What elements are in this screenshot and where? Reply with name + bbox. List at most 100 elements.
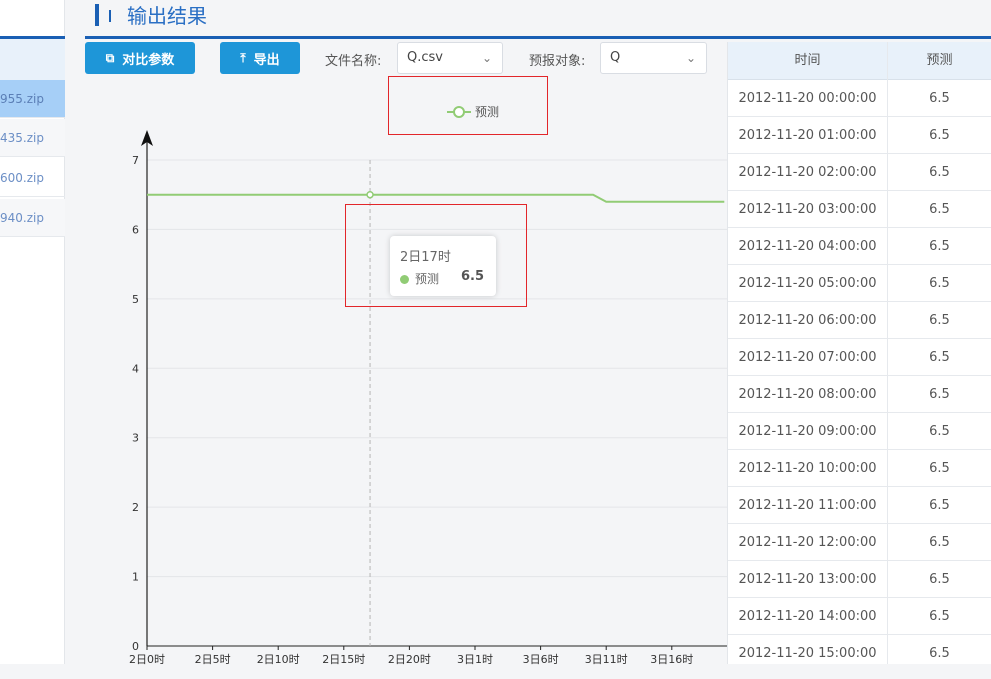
series-line: [147, 193, 725, 203]
column-header-forecast[interactable]: 预测: [887, 42, 991, 80]
y-tick-label: 0: [132, 640, 139, 653]
forecast-cell: 6.5: [929, 535, 950, 550]
forecast-cell: 6.5: [929, 91, 950, 106]
file-item-label: 600.zip: [0, 171, 44, 185]
time-cell: 2012-11-20 05:00:00: [738, 276, 877, 291]
x-tick-label: 2日20时: [388, 653, 431, 666]
x-tick-label: 3日16时: [650, 653, 693, 666]
title-underline: [85, 36, 991, 39]
table-row[interactable]: 2012-11-20 09:00:00 6.5: [728, 413, 991, 450]
file-item[interactable]: 940.zip: [0, 199, 65, 237]
table-row[interactable]: 2012-11-20 04:00:00 6.5: [728, 228, 991, 265]
table-row[interactable]: 2012-11-20 13:00:00 6.5: [728, 561, 991, 598]
forecast-cell: 6.5: [929, 128, 950, 143]
legend-line-marker-icon: [447, 105, 471, 118]
chart-legend[interactable]: 预测: [447, 103, 499, 120]
file-name-label: 文件名称:: [325, 54, 382, 69]
x-tick-label: 3日6时: [523, 653, 559, 666]
x-tick-label: 2日15时: [322, 653, 365, 666]
time-cell: 2012-11-20 04:00:00: [738, 239, 877, 254]
time-cell: 2012-11-20 07:00:00: [738, 350, 877, 365]
y-tick-label: 1: [132, 571, 139, 584]
column-divider: [887, 42, 888, 664]
target-value: Q: [610, 50, 621, 65]
file-name-select[interactable]: Q.csv ⌄: [397, 42, 503, 74]
forecast-cell: 6.5: [929, 165, 950, 180]
chevron-down-icon: ⌄: [685, 51, 696, 65]
file-item[interactable]: 955.zip: [0, 80, 65, 118]
table-row[interactable]: 2012-11-20 02:00:00 6.5: [728, 154, 991, 191]
legend-highlight-box: 预测: [388, 76, 548, 135]
title-accent-mark: [95, 4, 99, 26]
chevron-down-icon: ⌄: [481, 51, 492, 65]
legend-label: 预测: [475, 105, 500, 119]
file-list-panel: 955.zip 435.zip 600.zip 940.zip: [0, 0, 65, 664]
column-header-time[interactable]: 时间: [728, 42, 887, 80]
compare-icon: ⧉: [105, 50, 115, 65]
compare-params-button[interactable]: ⧉ 对比参数: [85, 42, 195, 74]
x-tick-label: 2日10时: [257, 653, 300, 666]
table-row[interactable]: 2012-11-20 10:00:00 6.5: [728, 450, 991, 487]
forecast-cell: 6.5: [929, 498, 950, 513]
time-cell: 2012-11-20 08:00:00: [738, 387, 877, 402]
time-cell: 2012-11-20 10:00:00: [738, 461, 877, 476]
x-tick-label: 3日1时: [457, 653, 493, 666]
y-tick-label: 2: [132, 501, 139, 514]
table-header: 时间 预测: [728, 42, 991, 80]
table-row[interactable]: 2012-11-20 11:00:00 6.5: [728, 487, 991, 524]
table-row[interactable]: 2012-11-20 06:00:00 6.5: [728, 302, 991, 339]
section-title-bar: 输出结果: [95, 2, 991, 36]
section-title: 输出结果: [127, 4, 207, 28]
file-item-label: 955.zip: [0, 92, 44, 106]
y-tick-label: 4: [132, 362, 139, 375]
forecast-table: 时间 预测 2012-11-20 00:00:00 6.5 2012-11-20 0…: [727, 42, 991, 664]
forecast-cell: 6.5: [929, 609, 950, 624]
file-list-header: [0, 39, 65, 80]
file-item-label: 435.zip: [0, 131, 44, 145]
file-name-value: Q.csv: [407, 50, 443, 65]
time-cell: 2012-11-20 12:00:00: [738, 535, 877, 550]
target-select[interactable]: Q ⌄: [600, 42, 707, 74]
target-label: 预报对象:: [529, 54, 586, 69]
forecast-cell: 6.5: [929, 646, 950, 661]
forecast-cell: 6.5: [929, 202, 950, 217]
x-tick-label: 3日11时: [585, 653, 628, 666]
tooltip-title: 2日17时: [400, 250, 451, 265]
y-tick-label: 3: [132, 432, 139, 445]
tooltip-row: 预测 6.5: [400, 269, 490, 287]
table-row[interactable]: 2012-11-20 00:00:00 6.5: [728, 80, 991, 117]
table-row[interactable]: 2012-11-20 01:00:00 6.5: [728, 117, 991, 154]
y-tick-label: 6: [132, 223, 139, 236]
export-label: 导出: [253, 52, 280, 68]
title-accent-mark-small: [109, 10, 111, 22]
x-tick-label: 2日0时: [129, 653, 165, 666]
tooltip-value: 6.5: [460, 269, 484, 284]
time-cell: 2012-11-20 01:00:00: [738, 128, 877, 143]
time-cell: 2012-11-20 03:00:00: [738, 202, 877, 217]
forecast-cell: 6.5: [929, 572, 950, 587]
export-button[interactable]: ⤒ 导出: [220, 42, 300, 74]
time-cell: 2012-11-20 09:00:00: [738, 424, 877, 439]
time-cell: 2012-11-20 11:00:00: [738, 498, 877, 513]
file-item-label: 940.zip: [0, 211, 44, 225]
time-cell: 2012-11-20 13:00:00: [738, 572, 877, 587]
file-item[interactable]: 435.zip: [0, 119, 65, 157]
time-cell: 2012-11-20 15:00:00: [738, 646, 877, 661]
file-item[interactable]: 600.zip: [0, 159, 65, 197]
forecast-cell: 6.5: [929, 387, 950, 402]
highlight-point: [366, 190, 374, 199]
y-tick-label: 7: [132, 154, 139, 167]
table-row[interactable]: 2012-11-20 12:00:00 6.5: [728, 524, 991, 561]
table-row[interactable]: 2012-11-20 07:00:00 6.5: [728, 339, 991, 376]
table-row[interactable]: 2012-11-20 05:00:00 6.5: [728, 265, 991, 302]
time-cell: 2012-11-20 06:00:00: [738, 313, 877, 328]
forecast-cell: 6.5: [929, 461, 950, 476]
table-row[interactable]: 2012-11-20 08:00:00 6.5: [728, 376, 991, 413]
table-row[interactable]: 2012-11-20 03:00:00 6.5: [728, 191, 991, 228]
table-row[interactable]: 2012-11-20 15:00:00 6.5: [728, 635, 991, 664]
x-tick-label: 2日5时: [195, 653, 231, 666]
forecast-line-chart[interactable]: 0 1 2 3 4 5 6 7 2日0时 2日5时 2日10时 2日15时 2日20时 3日1时 3日6时 3…: [85, 76, 727, 679]
forecast-cell: 6.5: [929, 350, 950, 365]
table-row[interactable]: 2012-11-20 14:00:00 6.5: [728, 598, 991, 635]
compare-params-label: 对比参数: [122, 52, 175, 68]
